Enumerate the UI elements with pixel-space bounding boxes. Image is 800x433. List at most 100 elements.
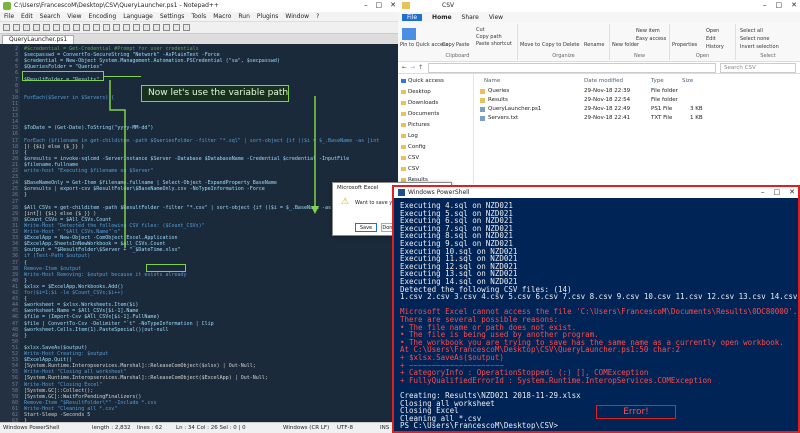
menu-item[interactable]: Plugins [257, 13, 279, 20]
minimize-icon[interactable]: – [761, 188, 765, 196]
menu-item[interactable]: Search [40, 13, 61, 20]
paste-button-label[interactable]: Paste [456, 42, 470, 48]
column-size[interactable]: Size [682, 78, 693, 84]
save-button[interactable]: Save [355, 223, 377, 232]
menu-item[interactable]: Window [285, 13, 309, 20]
status-ins: INS [380, 425, 390, 431]
redo-icon[interactable] [103, 24, 110, 31]
invert-selection-button[interactable]: Invert selection [740, 44, 779, 50]
forward-arrow-icon[interactable]: → [410, 64, 415, 71]
copy-path-button[interactable]: Copy path [476, 34, 502, 40]
maximize-icon[interactable]: □ [776, 1, 783, 9]
up-arrow-icon[interactable]: ↑ [418, 64, 423, 71]
nav-item[interactable]: Config [408, 144, 426, 150]
path-field[interactable] [428, 63, 716, 73]
select-all-button[interactable]: Select all [740, 28, 763, 34]
ribbon-tab-file[interactable]: File [402, 13, 423, 21]
file-type: TXT File [651, 115, 673, 121]
new-file-icon[interactable] [3, 24, 10, 31]
copy-icon[interactable] [73, 24, 80, 31]
menu-item[interactable]: View [67, 13, 81, 20]
open-file-icon[interactable] [13, 24, 20, 31]
open-button[interactable]: Open [706, 28, 719, 34]
pin-icon[interactable] [402, 28, 416, 40]
close-icon[interactable]: ✕ [789, 188, 795, 196]
move-to-button[interactable]: Move to [520, 42, 540, 48]
tab-querylauncher[interactable]: QueryLauncher.ps1 [2, 35, 75, 44]
status-lines: lines : 62 [137, 425, 163, 431]
nav-item[interactable]: Documents [408, 111, 439, 117]
zoom-in-icon[interactable] [133, 24, 140, 31]
file-row[interactable]: Results 29-Nov-18 22:54 File folder [480, 97, 780, 105]
ribbon-tab-share[interactable]: Share [462, 14, 479, 21]
edit-button[interactable]: Edit [706, 36, 716, 42]
notepad-tabbar: QueryLauncher.ps1 [0, 34, 398, 44]
delete-button[interactable]: Delete [563, 42, 579, 48]
column-type[interactable]: Type [651, 78, 664, 84]
close-file-icon[interactable] [43, 24, 50, 31]
notepad-title: C:\Users\FrancescoM\Desktop\CSV\QueryLau… [14, 2, 219, 9]
code-line: $worksheet.Cells.Item(1).PasteSpecial()|… [24, 326, 169, 333]
menu-item[interactable]: Language [123, 13, 153, 20]
save-icon[interactable] [23, 24, 30, 31]
ribbon-tab-home[interactable]: Home [432, 14, 451, 21]
save-all-icon[interactable] [33, 24, 40, 31]
maximize-icon[interactable]: □ [774, 188, 781, 196]
folder-icon [480, 89, 485, 94]
menu-item[interactable]: Macro [213, 13, 231, 20]
pin-button-label[interactable]: Pin to Quick access [400, 42, 448, 48]
indent-guide-icon[interactable] [163, 24, 170, 31]
menu-item[interactable]: Settings [160, 13, 185, 20]
search-input[interactable]: Search CSV [720, 63, 796, 73]
code-line: Write-Host Removing: $output because it … [24, 271, 187, 278]
wrap-icon[interactable] [153, 24, 160, 31]
replace-icon[interactable] [123, 24, 130, 31]
new-item-button[interactable]: New item [636, 28, 660, 34]
ribbon-tab-view[interactable]: View [489, 14, 503, 21]
file-list: Name Date modified Type Size Queries 29-N… [476, 74, 800, 200]
menu-item[interactable]: Edit [21, 13, 33, 20]
file-row[interactable]: Queries 29-Nov-18 22:39 File folder [480, 88, 780, 96]
find-icon[interactable] [113, 24, 120, 31]
maximize-icon[interactable]: □ [376, 1, 383, 9]
cut-icon[interactable] [63, 24, 70, 31]
copy-button-label[interactable]: Copy [442, 42, 455, 48]
file-row[interactable]: QueryLauncher.ps1 29-Nov-18 22:49 PS1 File… [480, 106, 780, 114]
macro-record-icon[interactable] [173, 24, 180, 31]
print-icon[interactable] [53, 24, 60, 31]
close-icon[interactable]: ✕ [390, 1, 396, 9]
nav-item[interactable]: Desktop [408, 89, 431, 95]
cut-button[interactable]: Cut [476, 27, 485, 33]
column-name[interactable]: Name [484, 78, 500, 84]
menu-item[interactable]: File [4, 13, 14, 20]
column-date[interactable]: Date modified [584, 78, 623, 84]
nav-item[interactable]: Pictures [408, 122, 430, 128]
nav-item[interactable]: CSV [408, 166, 419, 172]
close-icon[interactable]: ✕ [791, 1, 797, 9]
select-none-button[interactable]: Select none [740, 36, 770, 42]
paste-icon[interactable] [83, 24, 90, 31]
properties-button[interactable]: Properties [672, 42, 697, 48]
console-output[interactable]: Executing 4.sql on NZD021 Executing 5.sql… [394, 199, 798, 431]
nav-item[interactable]: Log [408, 133, 418, 139]
zoom-out-icon[interactable] [143, 24, 150, 31]
undo-icon[interactable] [93, 24, 100, 31]
nav-item[interactable]: CSV [408, 155, 419, 161]
macro-play-icon[interactable] [183, 24, 190, 31]
file-row[interactable]: Servers.txt 29-Nov-18 22:41 TXT File 1 KB [480, 115, 780, 123]
minimize-icon[interactable]: – [364, 1, 368, 9]
menu-item[interactable]: ? [316, 13, 319, 20]
history-button[interactable]: History [706, 44, 724, 50]
paste-shortcut-button[interactable]: Paste shortcut [476, 41, 512, 47]
rename-button[interactable]: Rename [584, 42, 605, 48]
menu-item[interactable]: Tools [191, 13, 206, 20]
new-folder-button[interactable]: New folder [612, 42, 639, 48]
easy-access-button[interactable]: Easy access [636, 36, 666, 42]
menu-item[interactable]: Encoding [89, 13, 117, 20]
nav-item[interactable]: Downloads [408, 100, 438, 106]
back-arrow-icon[interactable]: ← [402, 64, 407, 71]
nav-item[interactable]: Quick access [408, 78, 444, 84]
menu-item[interactable]: Run [238, 13, 250, 20]
minimize-icon[interactable]: – [763, 1, 767, 9]
copy-to-button[interactable]: Copy to [542, 42, 561, 48]
